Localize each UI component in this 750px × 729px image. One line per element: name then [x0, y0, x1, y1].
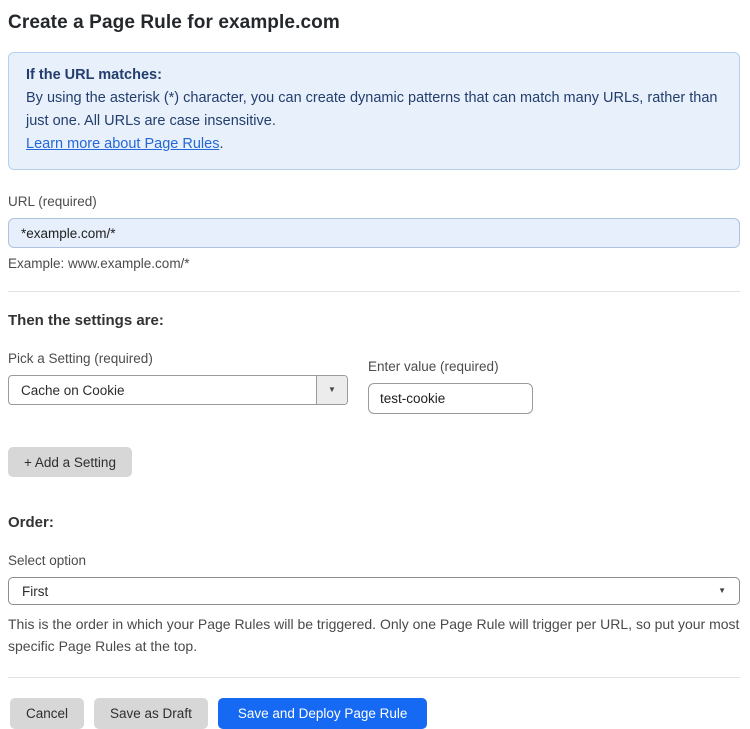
- setting-value-input[interactable]: [368, 383, 533, 414]
- link-suffix: .: [219, 136, 224, 152]
- save-and-deploy-button[interactable]: Save and Deploy Page Rule: [217, 698, 428, 729]
- info-box-link-line: Learn more about Page Rules.: [26, 133, 722, 156]
- add-setting-button[interactable]: + Add a Setting: [8, 447, 132, 477]
- cancel-button[interactable]: Cancel: [10, 698, 85, 729]
- url-match-info-box: If the URL matches: By using the asteris…: [8, 52, 740, 170]
- order-section-heading: Order:: [8, 514, 54, 531]
- url-example-text: Example: www.example.com/*: [8, 256, 190, 271]
- order-select[interactable]: First ▼: [8, 577, 740, 605]
- settings-section-heading: Then the settings are:: [8, 312, 164, 329]
- enter-value-label: Enter value (required): [368, 359, 499, 374]
- divider: [8, 677, 740, 678]
- order-select-label: Select option: [8, 553, 87, 568]
- setting-select-arrow-button[interactable]: ▼: [316, 376, 347, 404]
- settings-row: Pick a Setting (required) Cache on Cooki…: [8, 351, 740, 414]
- info-box-body: By using the asterisk (*) character, you…: [26, 90, 718, 129]
- chevron-down-icon: ▼: [718, 586, 726, 595]
- enter-value-column: Enter value (required): [368, 359, 533, 414]
- learn-more-link[interactable]: Learn more about Page Rules: [26, 136, 219, 152]
- pick-setting-column: Pick a Setting (required) Cache on Cooki…: [8, 351, 348, 405]
- url-label: URL (required): [8, 194, 97, 209]
- form-actions: Cancel Save as Draft Save and Deploy Pag…: [8, 698, 740, 729]
- order-help-text: This is the order in which your Page Rul…: [8, 616, 740, 654]
- page-rule-form: Create a Page Rule for example.com If th…: [0, 12, 750, 729]
- page-title: Create a Page Rule for example.com: [8, 12, 340, 33]
- divider: [8, 291, 740, 292]
- chevron-down-icon: ▼: [328, 385, 336, 394]
- pick-setting-label: Pick a Setting (required): [8, 351, 153, 366]
- setting-select-value: Cache on Cookie: [21, 382, 125, 398]
- info-box-heading: If the URL matches:: [26, 67, 162, 83]
- url-input[interactable]: [8, 218, 740, 248]
- save-as-draft-button[interactable]: Save as Draft: [94, 698, 208, 729]
- setting-select[interactable]: Cache on Cookie ▼: [8, 375, 348, 405]
- order-select-value: First: [22, 583, 49, 599]
